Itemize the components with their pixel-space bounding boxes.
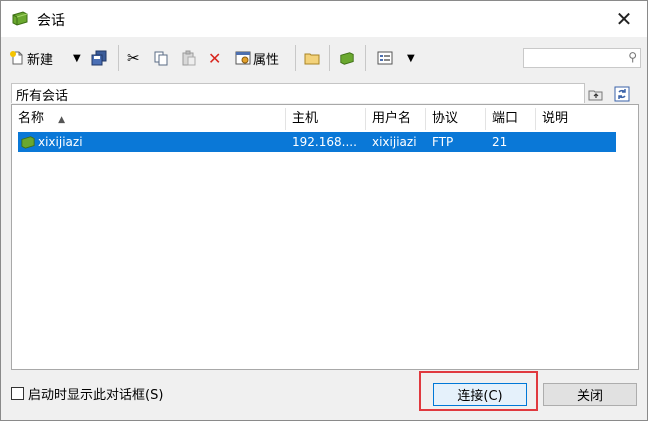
cut-button[interactable]: ✂	[127, 47, 140, 69]
window-title: 会话	[37, 13, 65, 29]
column-header-description[interactable]: 说明	[536, 108, 616, 130]
connect-button[interactable]: 连接(C)	[433, 383, 527, 406]
folder-up-icon	[588, 86, 604, 102]
row-user: xixijiazi	[372, 135, 417, 149]
close-button[interactable]: 关闭	[543, 383, 637, 406]
session-icon	[20, 135, 36, 155]
open-session-button[interactable]	[339, 47, 355, 69]
view-dropdown-button[interactable]: ▼	[407, 47, 415, 69]
new-dropdown-button[interactable]: ▼	[73, 47, 81, 69]
toolbar: 新建 ▼ ✂ ✕ 属性 ▼ ⚲	[1, 38, 647, 76]
green-folder-icon	[339, 50, 355, 66]
new-session-label: 新建	[27, 52, 54, 68]
session-dialog: 会话 ✕ 新建 ▼ ✂ ✕ 属性 ▼ ⚲ 所有会话 名称 ▲ 主机 用户名 协议…	[0, 0, 648, 421]
list-view-icon	[377, 50, 393, 66]
up-folder-button[interactable]	[587, 85, 605, 103]
row-protocol: FTP	[432, 135, 454, 149]
save-icon	[91, 50, 107, 66]
toolbar-separator	[329, 45, 330, 71]
list-header: 名称 ▲ 主机 用户名 协议 端口 说明	[12, 108, 638, 130]
show-on-startup-checkbox[interactable]	[11, 386, 24, 400]
table-row[interactable]: xixijiazi 192.168.... xixijiazi FTP 21	[18, 132, 616, 152]
title-bar: 会话 ✕	[1, 1, 647, 37]
new-document-icon	[9, 50, 25, 66]
view-button[interactable]	[377, 47, 393, 69]
properties-button[interactable]: 属性	[235, 47, 279, 69]
toolbar-separator	[118, 45, 119, 71]
show-on-startup-option[interactable]: 启动时显示此对话框(S)	[11, 384, 164, 403]
session-folder-bar: 所有会话	[11, 83, 585, 104]
close-window-button[interactable]: ✕	[601, 1, 647, 37]
close-icon: ✕	[615, 7, 633, 31]
column-header-name[interactable]: 名称 ▲	[12, 108, 286, 130]
new-session-button[interactable]: 新建	[9, 47, 53, 69]
properties-label: 属性	[253, 52, 280, 68]
search-input[interactable]	[524, 49, 624, 65]
row-description	[542, 132, 612, 152]
column-header-host[interactable]: 主机	[286, 108, 366, 130]
new-folder-button[interactable]	[304, 47, 320, 69]
folder-label: 所有会话	[16, 89, 69, 104]
folder-icon	[304, 50, 320, 66]
chevron-down-icon: ▼	[407, 52, 415, 64]
session-list[interactable]: 名称 ▲ 主机 用户名 协议 端口 说明 xixijiazi 192.168..…	[11, 104, 639, 370]
scissors-icon: ✂	[127, 49, 140, 67]
search-icon: ⚲	[628, 50, 637, 64]
copy-icon	[153, 50, 169, 66]
show-on-startup-label: 启动时显示此对话框(S)	[28, 387, 164, 403]
properties-icon	[235, 50, 251, 66]
row-port: 21	[492, 135, 508, 149]
refresh-button[interactable]	[613, 85, 631, 103]
row-host: 192.168....	[292, 135, 357, 149]
toolbar-separator	[295, 45, 296, 71]
column-header-port[interactable]: 端口	[486, 108, 536, 130]
copy-button[interactable]	[153, 47, 169, 69]
chevron-down-icon: ▼	[73, 52, 81, 64]
search-box[interactable]: ⚲	[523, 48, 641, 68]
row-name: xixijiazi	[38, 135, 83, 149]
refresh-icon	[614, 86, 630, 102]
toolbar-separator	[365, 45, 366, 71]
delete-icon: ✕	[208, 48, 222, 68]
column-header-protocol[interactable]: 协议	[426, 108, 486, 130]
paste-button[interactable]	[181, 47, 197, 69]
paste-icon	[181, 50, 197, 66]
save-button[interactable]	[91, 47, 107, 69]
delete-button[interactable]: ✕	[208, 47, 221, 69]
sort-ascending-icon: ▲	[58, 115, 66, 125]
green-folder-icon	[11, 10, 29, 26]
column-header-user[interactable]: 用户名	[366, 108, 426, 130]
